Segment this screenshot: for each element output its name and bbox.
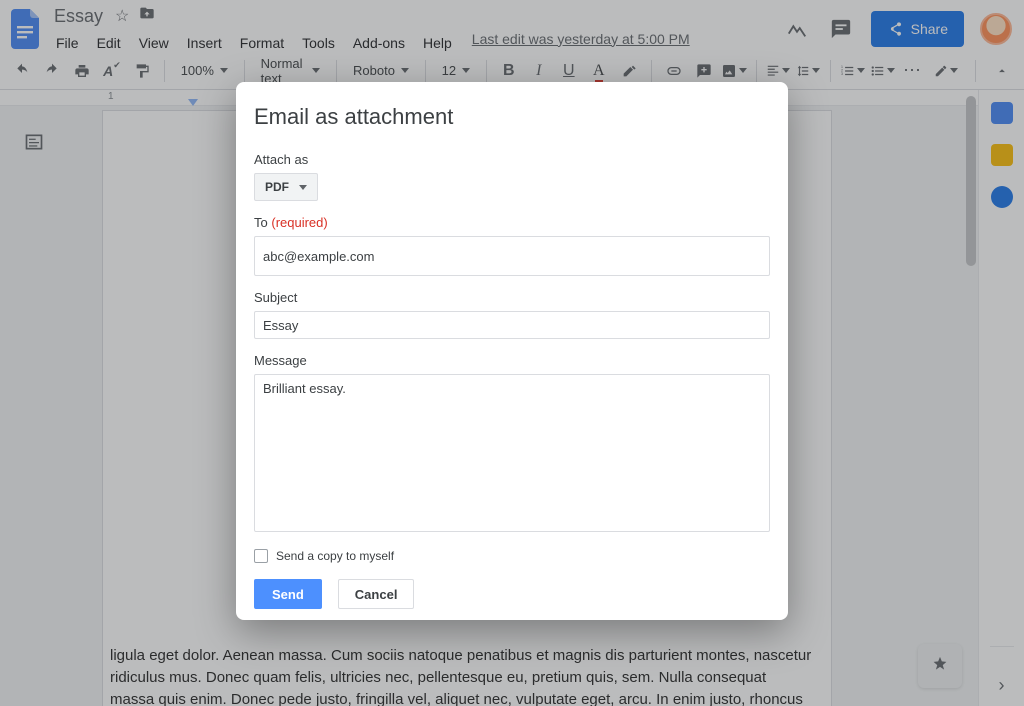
cancel-button[interactable]: Cancel [338, 579, 415, 609]
attach-as-select[interactable]: PDF [254, 173, 318, 201]
subject-label: Subject [254, 290, 770, 305]
send-button[interactable]: Send [254, 579, 322, 609]
to-label: To (required) [254, 215, 770, 230]
email-attachment-dialog: Email as attachment Attach as PDF To (re… [236, 82, 788, 620]
copy-myself-checkbox[interactable] [254, 549, 268, 563]
required-indicator: (required) [271, 215, 327, 230]
chevron-down-icon [299, 185, 307, 190]
to-input[interactable] [254, 236, 770, 276]
message-label: Message [254, 353, 770, 368]
copy-myself-row[interactable]: Send a copy to myself [254, 549, 770, 563]
copy-myself-label: Send a copy to myself [276, 549, 394, 563]
dialog-title: Email as attachment [254, 104, 770, 130]
attach-as-value: PDF [265, 180, 289, 194]
message-textarea[interactable] [254, 374, 770, 532]
subject-input[interactable] [254, 311, 770, 339]
attach-as-label: Attach as [254, 152, 770, 167]
